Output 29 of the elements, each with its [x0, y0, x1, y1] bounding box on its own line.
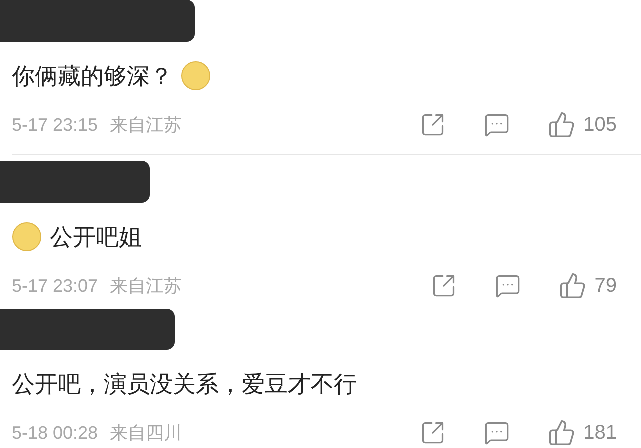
- comment-button[interactable]: [494, 273, 521, 299]
- like-button[interactable]: 79: [558, 271, 617, 301]
- like-button[interactable]: 105: [548, 110, 617, 140]
- comment-location: 来自四川: [110, 422, 182, 444]
- comment-icon: [494, 273, 521, 299]
- comment-button[interactable]: [484, 420, 510, 446]
- comment-text: 公开吧，演员没关系，爱豆才不行: [12, 370, 357, 399]
- thumbs-up-icon: [558, 272, 587, 300]
- comment-button[interactable]: [484, 112, 510, 138]
- thumbs-up-icon: [548, 111, 576, 139]
- share-button[interactable]: [420, 112, 446, 138]
- like-button[interactable]: 181: [548, 418, 617, 448]
- share-icon: [420, 112, 446, 138]
- share-icon: [430, 273, 457, 299]
- share-button[interactable]: [420, 420, 446, 446]
- comment-text: 你俩藏的够深？: [12, 62, 173, 91]
- comment-text: 公开吧姐: [50, 222, 142, 252]
- comment-icon: [484, 112, 510, 138]
- emoji-icon: [12, 222, 42, 252]
- comment-time: 5-17 23:15: [12, 114, 98, 136]
- comment-location: 来自江苏: [110, 114, 182, 136]
- emoji-icon: [181, 61, 211, 91]
- comment-time: 5-17 23:07: [12, 274, 98, 298]
- comment-icon: [484, 420, 510, 446]
- share-button[interactable]: [430, 273, 457, 299]
- comment-location: 来自江苏: [110, 274, 182, 298]
- comment-time: 5-18 00:28: [12, 422, 98, 444]
- thumbs-up-icon: [548, 419, 576, 447]
- share-icon: [420, 420, 446, 446]
